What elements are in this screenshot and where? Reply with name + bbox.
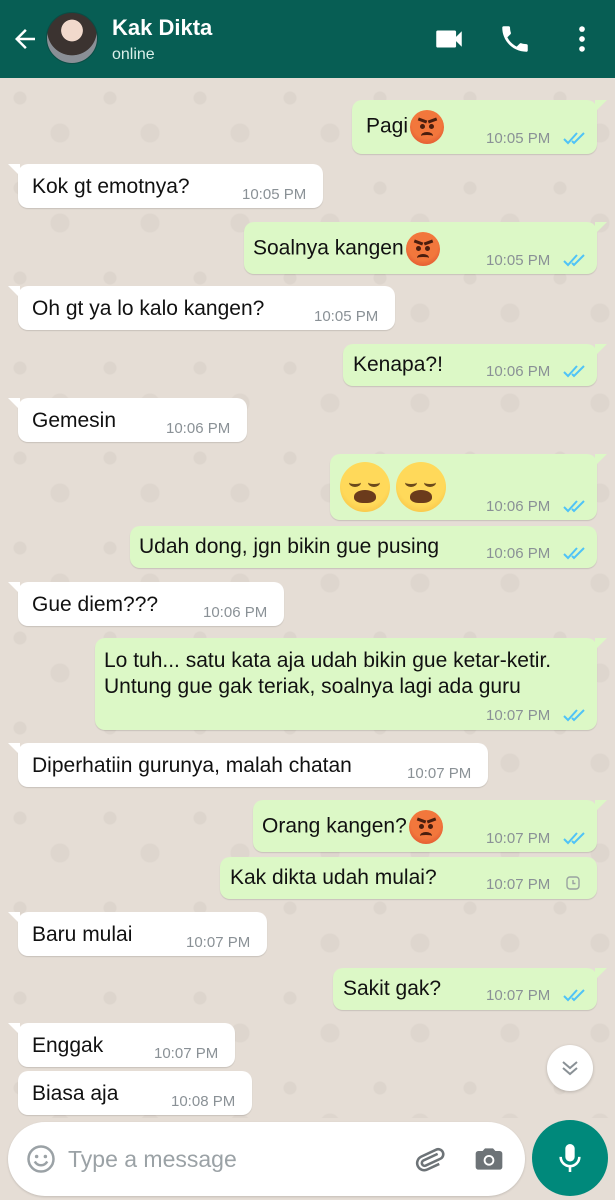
double-check-read-icon — [563, 547, 585, 560]
clock-pending-icon — [566, 876, 580, 890]
message-text: Sakit gak? — [343, 977, 442, 1000]
message-time: 10:07 PM — [486, 830, 551, 847]
message-incoming[interactable]: Baru mulai 10:07 PM — [8, 912, 267, 956]
more-vert-icon[interactable] — [565, 22, 599, 56]
message-text-line1: Lo tuh... satu kata aja udah bikin gue k… — [104, 649, 552, 672]
message-text: Kak dikta udah mulai? — [230, 866, 437, 889]
message-time: 10:06 PM — [486, 363, 551, 380]
emoji-row — [340, 462, 452, 518]
message-time: 10:05 PM — [486, 252, 551, 269]
message-incoming[interactable]: Gue diem??? 10:06 PM — [8, 582, 284, 626]
double-check-read-icon — [563, 254, 585, 267]
message-text: Gemesin — [32, 409, 117, 432]
message-time: 10:06 PM — [486, 545, 551, 562]
message-text: Biasa aja — [32, 1082, 119, 1105]
double-check-read-icon — [563, 500, 585, 513]
double-check-read-icon — [563, 132, 585, 145]
contact-status: online — [112, 46, 155, 63]
message-time: 10:06 PM — [203, 604, 268, 621]
message-time: 10:05 PM — [486, 130, 551, 147]
message-time: 10:07 PM — [186, 934, 251, 951]
message-time: 10:07 PM — [486, 987, 551, 1004]
camera-icon[interactable] — [472, 1143, 506, 1175]
message-text: Gue diem??? — [32, 593, 159, 616]
message-time: 10:07 PM — [486, 707, 551, 724]
message-input[interactable]: Type a message — [68, 1146, 237, 1173]
message-text: Udah dong, jgn bikin gue pusing — [139, 535, 440, 558]
pouting-face-emoji — [408, 810, 443, 844]
message-time: 10:07 PM — [407, 765, 472, 782]
pouting-face-emoji — [410, 110, 445, 144]
message-outgoing[interactable]: Pagi 10:05 PM — [352, 100, 607, 154]
message-time: 10:05 PM — [314, 308, 379, 325]
message-text: Diperhatiin gurunya, malah chatan — [32, 754, 352, 777]
weary-face-emoji — [340, 462, 390, 512]
message-outgoing[interactable]: Soalnya kangen 10:05 PM — [244, 222, 607, 274]
message-text-line2: Untung gue gak teriak, soalnya lagi ada … — [104, 675, 521, 698]
pouting-face-emoji — [405, 232, 440, 266]
message-text: Oh gt ya lo kalo kangen? — [32, 297, 265, 320]
message-outgoing[interactable]: Lo tuh... satu kata aja udah bikin gue k… — [95, 638, 607, 730]
message-text: Pagi — [366, 114, 409, 138]
message-text: Kenapa?! — [353, 353, 443, 376]
double-check-read-icon — [563, 989, 585, 1002]
message-incoming[interactable]: Enggak 10:07 PM — [8, 1023, 235, 1067]
message-incoming[interactable]: Diperhatiin gurunya, malah chatan 10:07 … — [8, 743, 488, 787]
scroll-to-bottom-button[interactable] — [547, 1045, 593, 1091]
phone-icon[interactable] — [498, 22, 532, 56]
arrow-left-icon[interactable] — [10, 24, 40, 54]
message-text: Enggak — [32, 1034, 104, 1057]
message-time: 10:07 PM — [486, 876, 551, 893]
message-incoming[interactable]: Biasa aja 10:08 PM — [18, 1071, 252, 1115]
message-outgoing[interactable]: Kenapa?! 10:06 PM — [343, 344, 607, 386]
message-incoming[interactable]: Gemesin 10:06 PM — [8, 398, 247, 442]
message-text: Kok gt emotnya? — [32, 175, 190, 198]
message-time: 10:06 PM — [166, 420, 231, 437]
message-outgoing-emoji[interactable]: 10:06 PM — [330, 454, 607, 520]
microphone-icon — [559, 1144, 581, 1172]
weary-face-emoji — [396, 462, 446, 512]
video-call-icon[interactable] — [432, 22, 466, 56]
message-text: Baru mulai — [32, 923, 133, 946]
message-input-bar[interactable]: Type a message — [8, 1122, 525, 1196]
message-incoming[interactable]: Oh gt ya lo kalo kangen? 10:05 PM — [8, 286, 395, 330]
double-check-read-icon — [563, 709, 585, 722]
message-text: Soalnya kangen — [253, 236, 404, 260]
smiley-icon[interactable] — [26, 1144, 56, 1174]
message-incoming[interactable]: Kok gt emotnya? 10:05 PM — [8, 164, 323, 208]
message-outgoing[interactable]: Orang kangen? 10:07 PM — [253, 800, 607, 852]
message-text: Orang kangen? — [262, 814, 407, 838]
message-outgoing[interactable]: Kak dikta udah mulai? 10:07 PM — [220, 857, 597, 899]
double-check-read-icon — [563, 365, 585, 378]
double-check-read-icon — [563, 832, 585, 845]
message-time: 10:05 PM — [242, 186, 307, 203]
message-outgoing[interactable]: Sakit gak? 10:07 PM — [333, 968, 607, 1010]
message-time: 10:06 PM — [486, 498, 551, 515]
paperclip-icon[interactable] — [412, 1142, 446, 1176]
voice-message-button[interactable] — [532, 1120, 608, 1196]
chevron-double-down-icon — [562, 1061, 578, 1076]
message-outgoing[interactable]: Udah dong, jgn bikin gue pusing 10:06 PM — [130, 526, 597, 568]
message-time: 10:07 PM — [154, 1045, 219, 1062]
avatar[interactable] — [46, 12, 98, 64]
message-time: 10:08 PM — [171, 1093, 236, 1110]
chat-area[interactable]: Pagi 10:05 PM Kok gt emotnya? 10:05 PM S… — [0, 78, 615, 1118]
chat-header: Kak Dikta online — [0, 0, 615, 78]
contact-name[interactable]: Kak Dikta — [112, 15, 212, 41]
